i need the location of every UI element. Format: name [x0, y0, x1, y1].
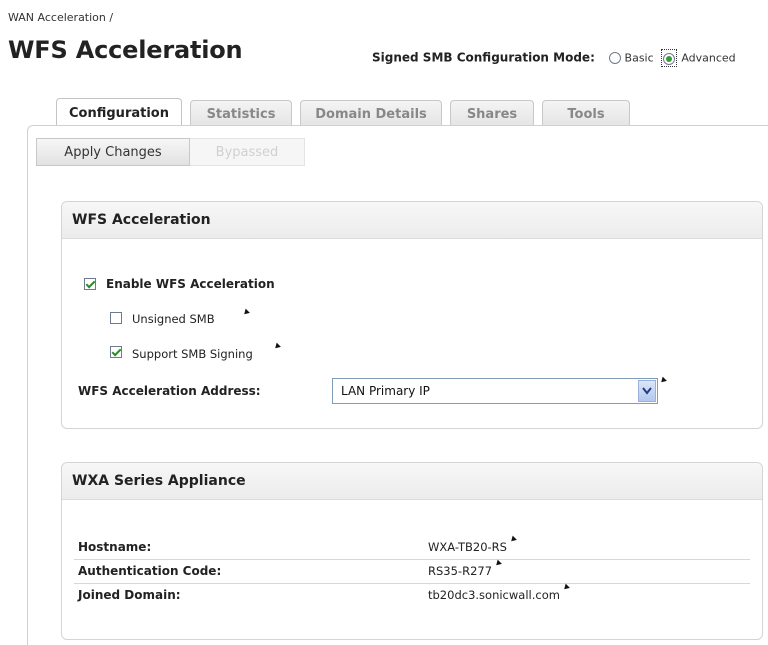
mode-label: Signed SMB Configuration Mode: [372, 50, 595, 65]
tooltip-marker-icon[interactable] [273, 342, 281, 351]
apply-changes-button[interactable]: Apply Changes [36, 138, 190, 166]
wxa-appliance-section: WXA Series Appliance Hostname: WXA-TB20-… [61, 462, 763, 640]
smb-signing-label: Support SMB Signing [132, 347, 253, 361]
smb-signing-checkbox[interactable] [110, 346, 122, 358]
table-row: Authentication Code: RS35-R277 [74, 559, 750, 584]
table-row: Hostname: WXA-TB20-RS [74, 535, 750, 560]
tab-bar: Configuration Statistics Domain Details … [56, 98, 630, 128]
section-header: WXA Series Appliance [62, 463, 762, 500]
table-row: Joined Domain: tb20dc3.sonicwall.com [74, 583, 750, 607]
advanced-radio[interactable] [663, 52, 676, 65]
unsigned-smb-label: Unsigned SMB [132, 312, 215, 326]
tab-shares[interactable]: Shares [450, 100, 534, 127]
tooltip-marker-icon[interactable] [494, 559, 502, 568]
page-title: WFS Acceleration [8, 36, 243, 64]
tab-statistics[interactable]: Statistics [190, 100, 292, 127]
advanced-radio-label[interactable]: Advanced [681, 52, 735, 65]
chevron-down-icon[interactable] [638, 380, 656, 402]
unsigned-smb-checkbox[interactable] [110, 312, 122, 324]
wfs-address-value: LAN Primary IP [341, 384, 430, 398]
toolbar: Apply Changes Bypassed [36, 138, 305, 166]
bypassed-button: Bypassed [190, 138, 305, 166]
section-header: WFS Acceleration [62, 202, 762, 239]
tab-tools[interactable]: Tools [542, 100, 630, 127]
enable-wfs-label: Enable WFS Acceleration [106, 277, 275, 291]
breadcrumb[interactable]: WAN Acceleration / [8, 11, 113, 24]
tooltip-marker-icon[interactable] [242, 308, 250, 317]
basic-radio[interactable] [608, 52, 621, 64]
signed-smb-mode-selector: Signed SMB Configuration Mode: Basic Adv… [372, 49, 736, 67]
wfs-acceleration-section: WFS Acceleration Enable WFS Acceleration… [61, 201, 763, 429]
address-label: WFS Acceleration Address: [78, 384, 261, 398]
auth-code-key: Authentication Code: [78, 564, 222, 578]
enable-wfs-checkbox[interactable] [84, 278, 96, 290]
tooltip-marker-icon[interactable] [562, 583, 570, 592]
appliance-info-table: Hostname: WXA-TB20-RS Authentication Cod… [74, 535, 750, 607]
tooltip-marker-icon[interactable] [509, 535, 517, 544]
tooltip-marker-icon[interactable] [659, 376, 667, 385]
joined-domain-key: Joined Domain: [78, 588, 181, 602]
tab-configuration[interactable]: Configuration [56, 98, 182, 128]
advanced-radio-focus [661, 49, 678, 67]
auth-code-value: RS35-R277 [428, 564, 493, 578]
tab-domain-details[interactable]: Domain Details [300, 100, 442, 127]
wfs-address-select[interactable]: LAN Primary IP [332, 378, 658, 404]
basic-radio-label[interactable]: Basic [625, 52, 654, 65]
hostname-key: Hostname: [78, 540, 152, 554]
hostname-value: WXA-TB20-RS [428, 540, 507, 554]
joined-domain-value: tb20dc3.sonicwall.com [428, 588, 560, 602]
